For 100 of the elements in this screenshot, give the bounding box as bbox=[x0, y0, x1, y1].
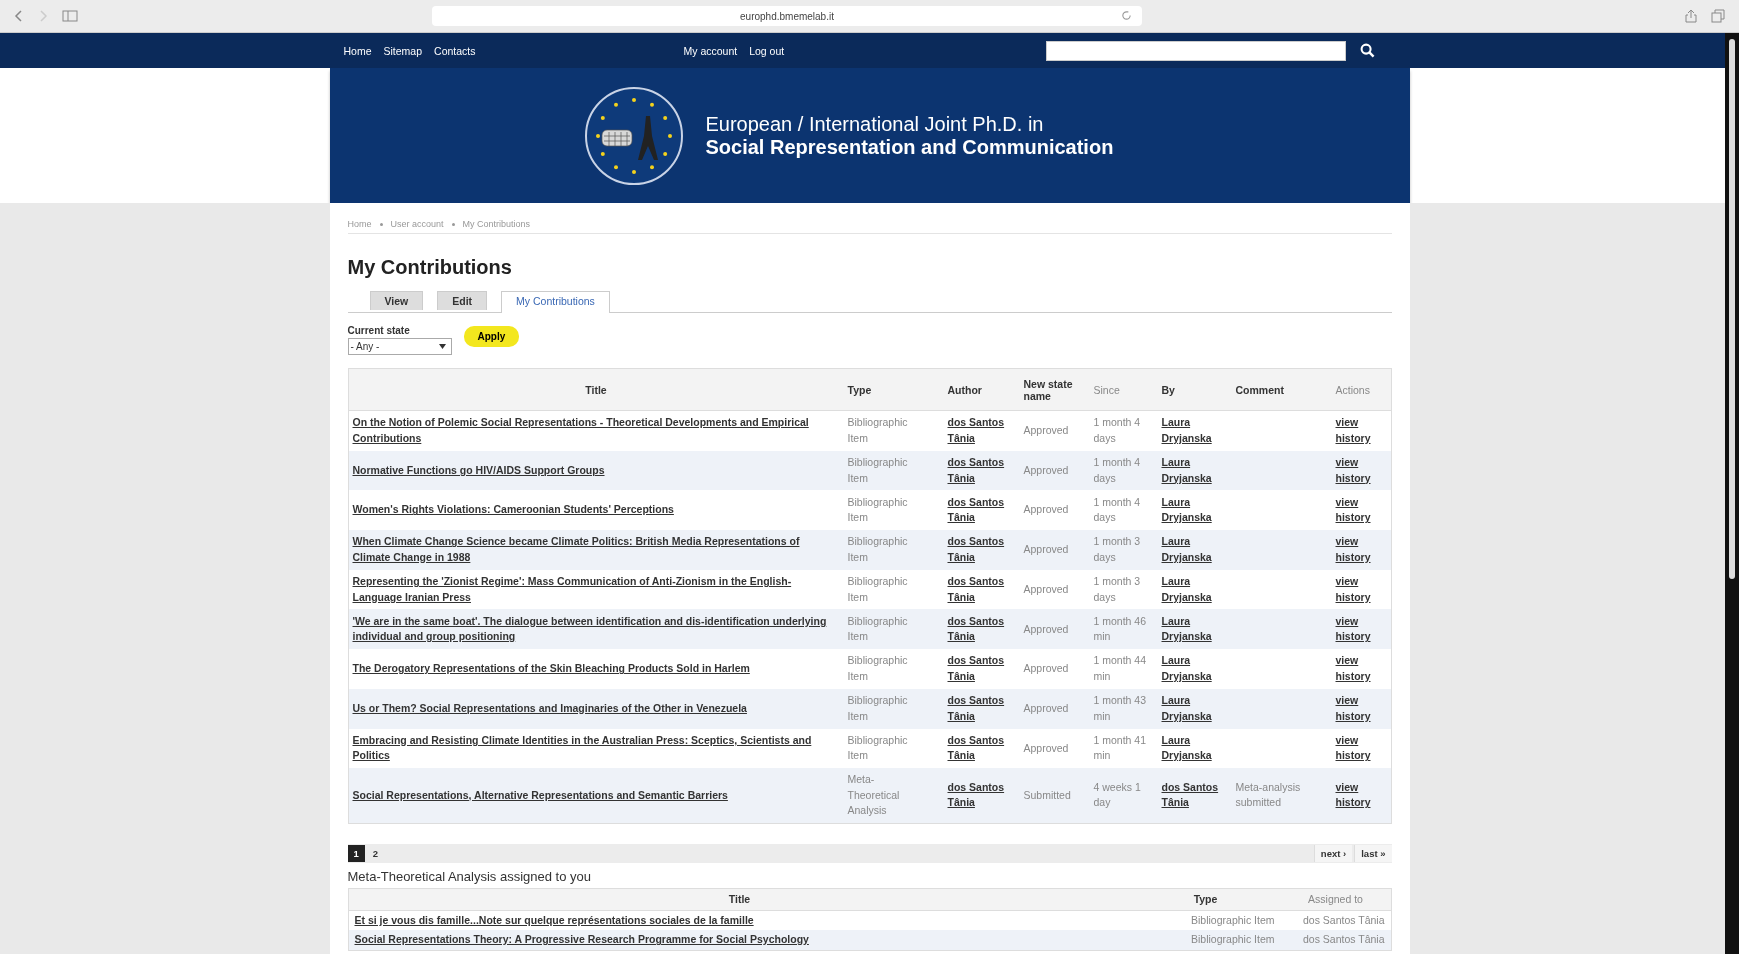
site-subtitle: Social Representation and Communication bbox=[705, 135, 1114, 159]
user-link[interactable]: Laura Dryjanska bbox=[1161, 455, 1228, 487]
user-link[interactable]: Laura Dryjanska bbox=[1161, 415, 1228, 447]
type-text: Bibliographic Item bbox=[847, 574, 909, 605]
column-header[interactable]: By bbox=[1157, 381, 1232, 398]
state-dropdown[interactable]: - Any - bbox=[347, 338, 452, 355]
tab[interactable]: View bbox=[369, 291, 424, 310]
since-text: 1 month 3 days bbox=[1093, 574, 1142, 605]
user-link[interactable]: Laura Dryjanska bbox=[1161, 653, 1228, 685]
column-header[interactable]: Comment bbox=[1231, 381, 1332, 398]
column-header[interactable]: Type bbox=[843, 381, 944, 398]
title-link[interactable]: Social Representations Theory: A Progressive Research Programme for Social Psychology bbox=[354, 932, 809, 948]
breadcrumb-separator-icon bbox=[451, 222, 455, 226]
user-link[interactable]: Laura Dryjanska bbox=[1161, 534, 1228, 566]
page-title: My Contributions bbox=[347, 256, 513, 279]
nav-link[interactable]: Home bbox=[343, 44, 372, 57]
user-link[interactable]: Laura Dryjanska bbox=[1161, 732, 1228, 764]
state-text: Approved bbox=[1023, 740, 1069, 756]
author-link[interactable]: dos Santos Tânia bbox=[947, 494, 1016, 526]
view-history-link[interactable]: view history bbox=[1335, 494, 1387, 526]
author-link[interactable]: dos Santos Tânia bbox=[947, 574, 1016, 606]
type-text: Bibliographic Item bbox=[847, 613, 909, 645]
tabs-icon[interactable] bbox=[1711, 9, 1725, 23]
state-text: Approved bbox=[1023, 700, 1069, 716]
state-text: Submitted bbox=[1023, 787, 1071, 803]
filter-label: Current state bbox=[347, 325, 411, 336]
since-text: 1 month 4 days bbox=[1093, 494, 1142, 526]
user-link[interactable]: Laura Dryjanska bbox=[1161, 574, 1228, 606]
title-link[interactable]: The Derogatory Representations of the Skin Bleaching Products Sold in Harlem bbox=[352, 661, 750, 677]
user-link[interactable]: Laura Dryjanska bbox=[1161, 693, 1228, 725]
dropdown-caret-icon bbox=[438, 344, 446, 349]
type-text: Bibliographic Item bbox=[847, 455, 909, 486]
reload-icon[interactable] bbox=[1121, 10, 1132, 21]
page-link[interactable]: 2 bbox=[366, 844, 385, 862]
nav-link[interactable]: Sitemap bbox=[383, 44, 423, 57]
account-link[interactable]: My account bbox=[683, 44, 738, 57]
next-link[interactable]: next › bbox=[1313, 844, 1353, 862]
search-field[interactable] bbox=[1046, 40, 1347, 61]
title-link[interactable]: Women's Rights Violations: Cameroonian Students' Perceptions bbox=[352, 502, 674, 518]
view-history-link[interactable]: view history bbox=[1335, 455, 1387, 487]
title-link[interactable]: 'We are in the same boat'. The dialogue between identification and dis-identification underlying individual and group positioning bbox=[352, 613, 840, 645]
author-link[interactable]: dos Santos Tânia bbox=[947, 534, 1016, 566]
assignee-text: dos Santos Tânia bbox=[1302, 933, 1385, 946]
view-history-link[interactable]: view history bbox=[1335, 779, 1387, 811]
column-header[interactable]: New state name bbox=[1019, 375, 1090, 404]
title-link[interactable]: When Climate Change Science became Climate Politics: British Media Representations of Climate Change in 1988 bbox=[352, 534, 840, 566]
column-header[interactable]: Title bbox=[348, 381, 844, 398]
type-text: Meta-Theoretical Analysis bbox=[847, 772, 901, 819]
last-link[interactable]: last » bbox=[1354, 844, 1392, 862]
nav-link[interactable]: Contacts bbox=[434, 44, 476, 57]
since-text: 1 month 44 min bbox=[1093, 653, 1148, 684]
state-text: Approved bbox=[1023, 581, 1069, 597]
column-header[interactable]: Type bbox=[1130, 891, 1281, 908]
author-link[interactable]: dos Santos Tânia bbox=[947, 653, 1016, 685]
title-link[interactable]: Et si je vous dis famille...Note sur quelque représentations sociales de la famille bbox=[354, 912, 754, 929]
author-link[interactable]: dos Santos Tânia bbox=[947, 779, 1016, 811]
title-link[interactable]: Normative Functions go HIV/AIDS Support Groups bbox=[352, 462, 605, 479]
author-link[interactable]: dos Santos Tânia bbox=[947, 693, 1016, 725]
back-icon[interactable] bbox=[14, 10, 24, 22]
share-icon[interactable] bbox=[1685, 9, 1697, 23]
column-header[interactable]: Author bbox=[943, 381, 1020, 398]
author-link[interactable]: dos Santos Tânia bbox=[947, 613, 1016, 645]
state-text: Approved bbox=[1023, 542, 1069, 558]
title-link[interactable]: Social Representations, Alternative Representations and Semantic Barriers bbox=[352, 787, 728, 804]
view-history-link[interactable]: view history bbox=[1335, 732, 1387, 764]
title-link[interactable]: On the Notion of Polemic Social Representations - Theoretical Developments and Empirical Contributions bbox=[352, 415, 840, 447]
search-icon[interactable] bbox=[1360, 43, 1376, 58]
comment-text: Meta-analysis submitted bbox=[1235, 779, 1302, 811]
assignee-text: dos Santos Tânia bbox=[1302, 913, 1385, 926]
view-history-link[interactable]: view history bbox=[1335, 415, 1387, 447]
tab[interactable]: My Contributions bbox=[501, 291, 610, 313]
type-text: Bibliographic Item bbox=[847, 693, 909, 724]
tab[interactable]: Edit bbox=[437, 291, 488, 310]
account-link[interactable]: Log out bbox=[749, 44, 785, 57]
title-link[interactable]: Us or Them? Social Representations and Imaginaries of the Other in Venezuela bbox=[352, 700, 747, 717]
state-text: Approved bbox=[1023, 423, 1069, 439]
title-link[interactable]: Embracing and Resisting Climate Identities in the Australian Press: Sceptics, Scientists and Politics bbox=[352, 732, 840, 764]
type-text: Bibliographic Item bbox=[1191, 913, 1275, 926]
section-heading: Meta-Theoretical Analysis assigned to you bbox=[347, 868, 592, 884]
view-history-link[interactable]: view history bbox=[1335, 613, 1387, 645]
view-history-link[interactable]: view history bbox=[1335, 574, 1387, 606]
column-header[interactable]: Title bbox=[348, 891, 1131, 908]
view-history-link[interactable]: view history bbox=[1335, 534, 1387, 566]
sidebar-icon[interactable] bbox=[62, 10, 78, 22]
page-link[interactable]: 1 bbox=[347, 844, 365, 862]
author-link[interactable]: dos Santos Tânia bbox=[947, 732, 1016, 764]
scrollbar[interactable] bbox=[1725, 33, 1739, 954]
apply-button[interactable]: Apply bbox=[463, 326, 520, 347]
author-link[interactable]: dos Santos Tânia bbox=[947, 415, 1016, 447]
view-history-link[interactable]: view history bbox=[1335, 693, 1387, 725]
user-link[interactable]: Laura Dryjanska bbox=[1161, 494, 1228, 526]
user-link[interactable]: dos Santos Tânia bbox=[1161, 779, 1228, 811]
address-field[interactable]: europhd.bmemelab.it bbox=[432, 6, 1142, 26]
author-link[interactable]: dos Santos Tânia bbox=[947, 455, 1016, 487]
site-title: European / International Joint Ph.D. in bbox=[705, 112, 1045, 136]
view-history-link[interactable]: view history bbox=[1335, 653, 1387, 685]
since-text: 1 month 3 days bbox=[1093, 534, 1142, 565]
title-link[interactable]: Representing the 'Zionist Regime': Mass Communication of Anti-Zionism in the English-Language Iranian Press bbox=[352, 574, 840, 606]
user-link[interactable]: Laura Dryjanska bbox=[1161, 613, 1228, 645]
state-text: Approved bbox=[1023, 661, 1069, 677]
